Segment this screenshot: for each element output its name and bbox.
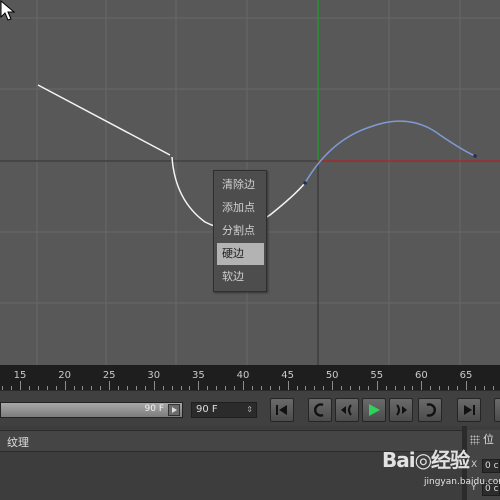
ruler-label: 50 [325, 370, 339, 381]
ruler-tick [332, 381, 333, 390]
ruler-tick [421, 381, 422, 390]
ruler-tick [377, 381, 378, 390]
app-root: 清除边 添加点 分割点 硬边 软边 15 20 25 30 35 40 45 50 55 60 65… [0, 0, 500, 500]
timeline-ruler[interactable]: 15 20 25 30 35 40 45 50 55 60 65 [0, 365, 500, 390]
spinner-arrows-icon[interactable]: ⇕ [246, 403, 253, 417]
end-frame-field[interactable]: 90 F ⇕ [191, 402, 257, 418]
ruler-label: 60 [415, 370, 428, 381]
next-key-icon [426, 403, 436, 417]
ruler-tick [154, 381, 155, 390]
play-icon [369, 404, 380, 416]
slider-arrow-icon[interactable] [168, 404, 180, 416]
ruler-tick [198, 381, 199, 390]
ruler-label: 65 [459, 370, 473, 381]
menu-item-split-point[interactable]: 分割点 [214, 220, 266, 242]
ruler-tick [20, 381, 21, 390]
previous-key-button[interactable] [308, 398, 332, 422]
ruler-label: 25 [102, 370, 116, 381]
next-key-button[interactable] [418, 398, 442, 422]
menu-item-soft-edge[interactable]: 软边 [214, 266, 266, 288]
go-to-end-button[interactable] [457, 398, 481, 422]
ruler-tick [65, 381, 66, 390]
spline-point [303, 181, 307, 185]
menu-item-add-point[interactable]: 添加点 [214, 197, 266, 219]
prev-key-icon [314, 403, 324, 417]
ruler-label: 35 [192, 370, 205, 381]
watermark: Bai◎经验 jingyan.baidu.com [382, 444, 500, 500]
step-back-icon [341, 404, 352, 416]
frame-range-slider[interactable]: 90 F [0, 402, 183, 418]
spline-point [473, 154, 477, 158]
spline-segment-straight [37, 84, 171, 156]
ruler-label: 40 [236, 370, 250, 381]
watermark-logo: Bai◎经验 [382, 448, 470, 472]
menu-item-hard-edge[interactable]: 硬边 [217, 243, 264, 265]
skip-to-start-icon [276, 405, 287, 415]
ruler-label: 30 [147, 370, 161, 381]
step-back-button[interactable] [335, 398, 359, 422]
transport-bar: 90 F 90 F ⇕ [0, 390, 500, 427]
ruler-tick [288, 381, 289, 390]
context-menu: 清除边 添加点 分割点 硬边 软边 [213, 170, 267, 292]
ruler-tick [243, 381, 244, 390]
slider-value: 90 F [144, 404, 165, 414]
step-forward-icon [396, 404, 407, 416]
ruler-label: 20 [58, 370, 71, 381]
watermark-url: jingyan.baidu.com [424, 477, 500, 487]
end-frame-value: 90 F [196, 404, 218, 415]
play-button[interactable] [362, 398, 386, 422]
viewport[interactable]: 清除边 添加点 分割点 硬边 软边 [0, 0, 500, 365]
mouse-cursor-icon [0, 0, 16, 21]
skip-to-end-icon [464, 405, 475, 415]
ruler-tick [109, 381, 110, 390]
ruler-label: 55 [370, 370, 384, 381]
ruler-label: 45 [281, 370, 294, 381]
ruler-label: 15 [13, 370, 27, 381]
menu-item-clear-edge[interactable]: 清除边 [214, 174, 266, 196]
ruler-tick [466, 381, 467, 390]
step-forward-button[interactable] [389, 398, 413, 422]
record-button[interactable] [494, 398, 500, 422]
spline-segment-curve-blue [304, 120, 476, 184]
texture-panel-title: 纹理 [7, 436, 29, 449]
go-to-start-button[interactable] [270, 398, 294, 422]
